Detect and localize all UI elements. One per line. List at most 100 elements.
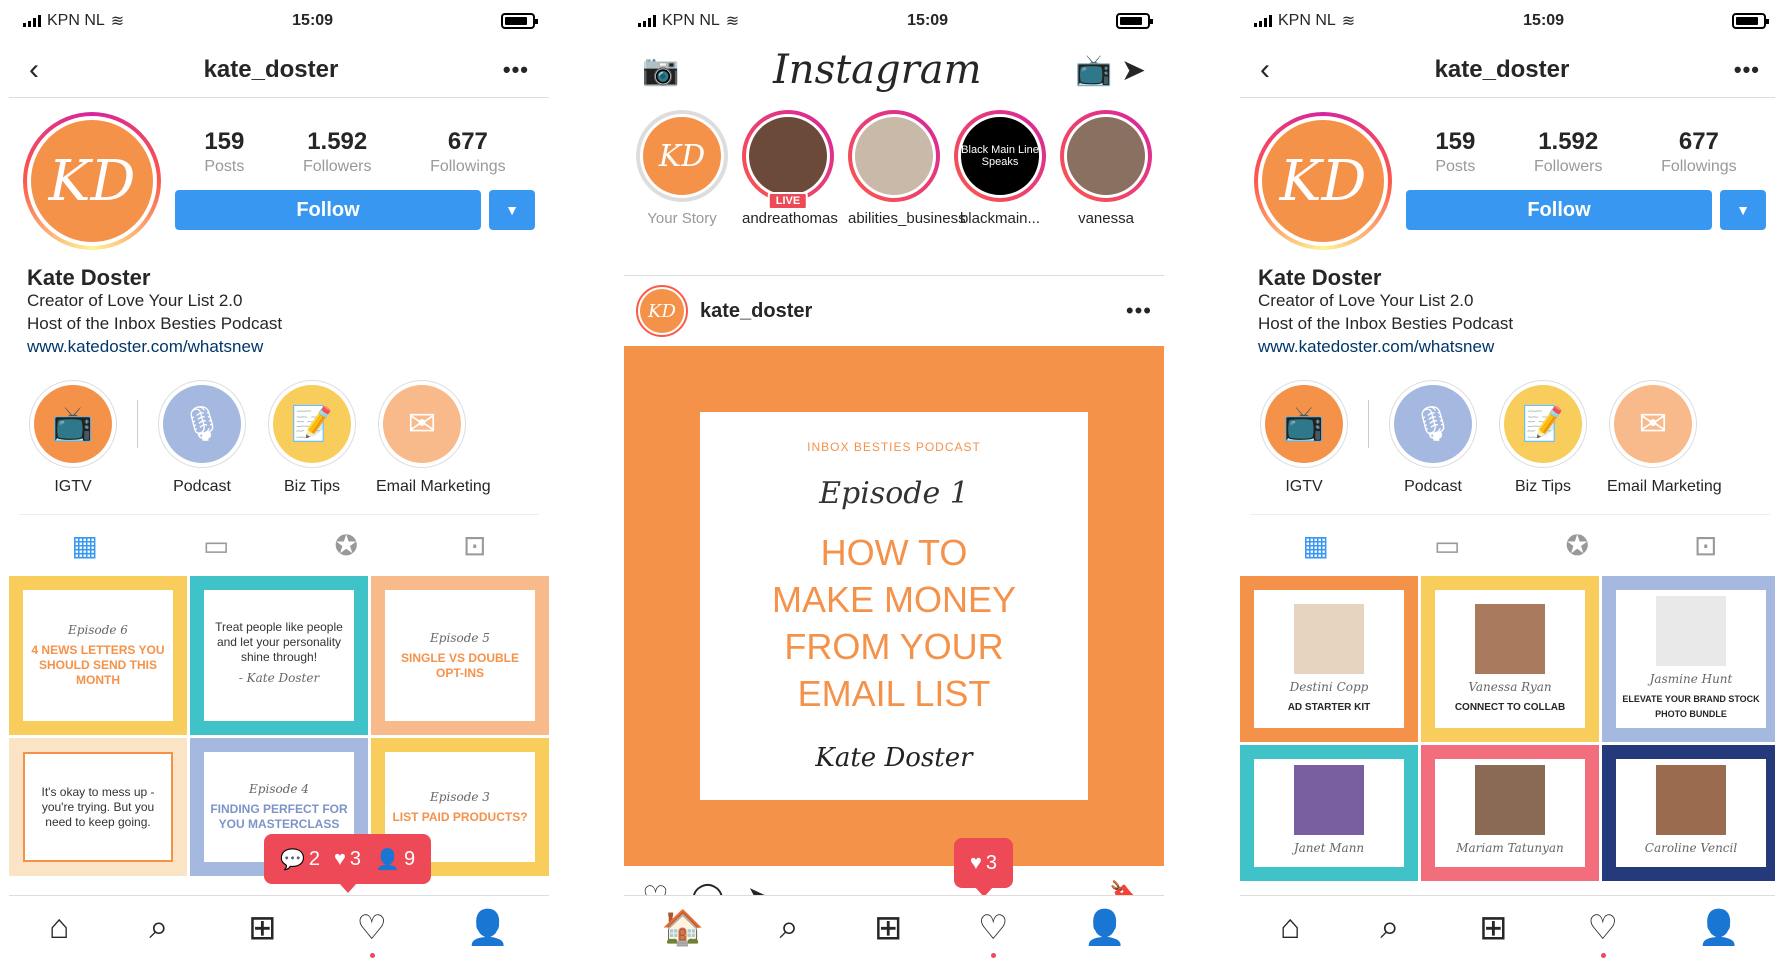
live-badge: LIVE (767, 192, 809, 210)
highlight-igtv[interactable]: 📺 IGTV (27, 380, 119, 496)
highlight-podcast[interactable]: 🎙 Podcast (1387, 380, 1479, 496)
bottom-tab-bar: ⌂ ⌕ ⊞ ♡ 👤 (9, 895, 549, 962)
highlight-email-marketing[interactable]: ✉ Email Marketing (376, 380, 491, 496)
star-icon[interactable]: ✪ (1566, 529, 1589, 562)
profile-icon[interactable]: 👤 (1084, 908, 1126, 948)
bottom-tab-bar: ⌂ ⌕ ⊞ ♡ 👤 (1240, 895, 1775, 962)
status-bar: KPN NL ≋ 15:09 (624, 0, 1164, 42)
grid-post[interactable]: Jasmine Hunt ELEVATE YOUR BRAND STOCK PHO… (1602, 576, 1775, 742)
highlight-biz-tips[interactable]: 📝 Biz Tips (1497, 380, 1589, 496)
camera-icon[interactable]: 📷 (642, 53, 679, 88)
direct-message-icon[interactable]: ➤ (1121, 54, 1146, 87)
search-icon[interactable]: ⌕ (1380, 908, 1399, 947)
home-icon[interactable]: 🏠 (662, 908, 704, 948)
activity-heart-icon[interactable]: ♡ (978, 908, 1008, 958)
battery-icon (1116, 13, 1153, 29)
stat-followers[interactable]: 1.592 Followers (1534, 128, 1602, 176)
clock: 15:09 (1523, 12, 1565, 29)
feed-screen: KPN NL ≋ 15:09 📷 Instagram 📺 ➤ KD Your Sto… (624, 0, 1164, 962)
profile-navbar: ‹ kate_doster ••• (9, 42, 549, 98)
profile-stats: 159 Posts 1.592 Followers 677 Followings (1406, 128, 1766, 176)
home-icon[interactable]: ⌂ (1280, 908, 1301, 947)
stat-following[interactable]: 677 Followings (430, 128, 506, 176)
post-username[interactable]: kate_doster (700, 300, 1114, 323)
grid-post[interactable]: Mariam Tatunyan (1421, 745, 1599, 881)
grid-post[interactable]: Vanessa Ryan CONNECT TO COLLAB (1421, 576, 1599, 742)
bio-line-2: Host of the Inbox Besties Podcast (1258, 314, 1514, 333)
avatar[interactable]: KD (1254, 112, 1392, 250)
more-options-icon[interactable]: ••• (503, 57, 529, 83)
post-card: INBOX BESTIES PODCAST Episode 1 HOW TO M… (700, 412, 1088, 800)
back-icon[interactable]: ‹ (1260, 53, 1270, 87)
igtv-tab-icon[interactable]: ▭ (1434, 529, 1460, 562)
portrait-photo (1656, 765, 1726, 835)
search-icon[interactable]: ⌕ (149, 908, 168, 947)
status-bar: KPN NL ≋ 15:09 (9, 0, 549, 42)
tagged-icon[interactable]: ⊡ (463, 529, 486, 562)
more-options-icon[interactable]: ••• (1126, 298, 1152, 324)
grid-post[interactable]: Janet Mann (1240, 745, 1418, 881)
display-name: Kate Doster (27, 265, 151, 290)
igtv-icon[interactable]: 📺 (1075, 54, 1112, 87)
home-icon[interactable]: ⌂ (49, 908, 70, 947)
comment-icon: 💬 (280, 848, 305, 871)
chevron-down-icon[interactable]: ▼ (1720, 190, 1766, 230)
igtv-tab-icon[interactable]: ▭ (203, 529, 229, 562)
follow-button[interactable]: Follow (175, 190, 481, 230)
stat-followers[interactable]: 1.592 Followers (303, 128, 371, 176)
grid-post[interactable]: Destini Copp AD STARTER KIT (1240, 576, 1418, 742)
profile-stats: 159 Posts 1.592 Followers 677 Followings (175, 128, 535, 176)
story-vanessa[interactable]: vanessa (1060, 110, 1152, 275)
carrier: KPN NL (1278, 12, 1336, 29)
grid-post[interactable]: Caroline Vencil (1602, 745, 1775, 881)
instagram-logo: Instagram (773, 47, 982, 93)
profile-tabs: ▦ ▭ ✪ ⊡ (1250, 514, 1770, 576)
signal-icon (23, 15, 41, 27)
story-highlights: 📺 IGTV 🎙 Podcast 📝 Biz Tips ✉ Email Marketin… (9, 358, 549, 496)
highlight-email-marketing[interactable]: ✉ Email Marketing (1607, 380, 1722, 496)
add-post-icon[interactable]: ⊞ (874, 908, 903, 948)
stat-posts[interactable]: 159 Posts (1435, 128, 1475, 176)
profile-icon[interactable]: 👤 (467, 908, 509, 948)
bottom-tab-bar: 🏠 ⌕ ⊞ ♡ 👤 (624, 895, 1164, 962)
grid-post[interactable]: It's okay to mess up - you're trying. Bu… (9, 738, 187, 876)
grid-post[interactable]: Episode 5 SINGLE VS DOUBLE OPT-INS (371, 576, 549, 735)
bio: Kate Doster Creator of Love Your List 2.… (9, 250, 549, 358)
story-andreathomas[interactable]: LIVE andreathomas (742, 110, 838, 275)
post-avatar[interactable]: KD (636, 285, 688, 337)
highlight-biz-tips[interactable]: 📝 Biz Tips (266, 380, 358, 496)
story-abilities-business[interactable]: abilities_business (848, 110, 966, 275)
follow-button[interactable]: Follow (1406, 190, 1712, 230)
bio-link[interactable]: www.katedoster.com/whatsnew (1258, 335, 1762, 358)
story-blackmain[interactable]: Black Main Line Speaks blackmain... (954, 110, 1046, 275)
more-options-icon[interactable]: ••• (1734, 57, 1760, 83)
bio-link[interactable]: www.katedoster.com/whatsnew (27, 335, 531, 358)
highlight-igtv[interactable]: 📺 IGTV (1258, 380, 1350, 496)
profile-icon[interactable]: 👤 (1698, 908, 1740, 948)
bio-line-2: Host of the Inbox Besties Podcast (27, 314, 283, 333)
back-icon[interactable]: ‹ (29, 53, 39, 87)
story-your-story[interactable]: KD Your Story (636, 110, 728, 275)
profile-username: kate_doster (203, 55, 339, 83)
search-icon[interactable]: ⌕ (780, 908, 799, 947)
grid-post[interactable]: Treat people like people and let your pe… (190, 576, 368, 735)
add-post-icon[interactable]: ⊞ (248, 908, 277, 948)
avatar[interactable]: KD (23, 112, 161, 250)
microphone-icon: 🎙 (163, 385, 241, 463)
activity-heart-icon[interactable]: ♡ (1587, 908, 1618, 958)
stat-following[interactable]: 677 Followings (1661, 128, 1737, 176)
notepad-icon: 📝 (273, 385, 351, 463)
activity-heart-icon[interactable]: ♡ (356, 908, 387, 958)
stat-posts[interactable]: 159 Posts (204, 128, 244, 176)
chevron-down-icon[interactable]: ▼ (489, 190, 535, 230)
add-post-icon[interactable]: ⊞ (1479, 908, 1508, 948)
tagged-icon[interactable]: ⊡ (1694, 529, 1717, 562)
grid-icon[interactable]: ▦ (72, 529, 98, 562)
highlight-podcast[interactable]: 🎙 Podcast (156, 380, 248, 496)
carrier: KPN NL (662, 12, 720, 29)
post-image[interactable]: INBOX BESTIES PODCAST Episode 1 HOW TO M… (624, 346, 1164, 866)
grid-post[interactable]: Episode 64 NEWS LETTERS YOU SHOULD SEND … (9, 576, 187, 735)
grid-icon[interactable]: ▦ (1303, 529, 1329, 562)
star-icon[interactable]: ✪ (335, 529, 358, 562)
story-highlights: 📺 IGTV 🎙 Podcast 📝 Biz Tips ✉ Email Marketin… (1240, 358, 1775, 496)
